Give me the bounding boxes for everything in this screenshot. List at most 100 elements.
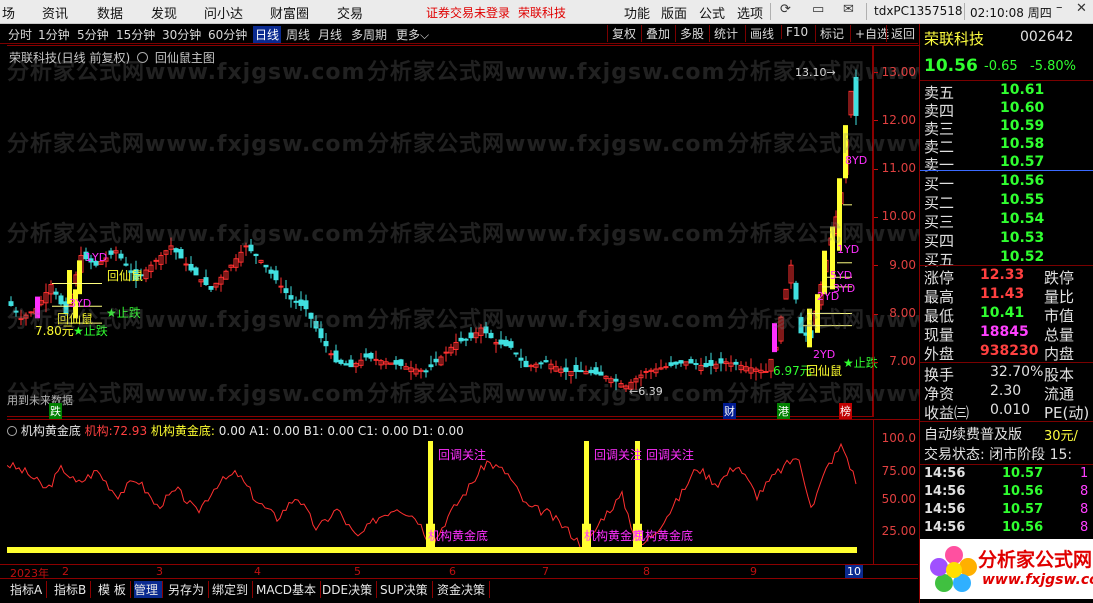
- adjust-button[interactable]: 复权: [607, 25, 636, 42]
- tab-macd[interactable]: MACD基本: [256, 581, 321, 598]
- tab-sup[interactable]: SUP决策: [380, 581, 433, 598]
- period-tab[interactable]: 多周期: [351, 26, 387, 43]
- candle-body: [463, 338, 469, 341]
- stats-button[interactable]: 统计: [709, 25, 738, 42]
- stop-fall-label: ★止跌: [106, 306, 141, 320]
- ask-price: 10.61: [1000, 82, 1045, 98]
- date-label: 7: [542, 565, 549, 578]
- candle-body: [108, 250, 114, 255]
- candle-body: [118, 253, 124, 259]
- tab-capital[interactable]: 资金决策: [437, 581, 491, 598]
- candle-body: [673, 361, 679, 365]
- menu-item-options[interactable]: 选项: [737, 3, 763, 22]
- add-watchlist-button[interactable]: +自选: [850, 25, 889, 42]
- period-tab[interactable]: 60分钟: [208, 26, 247, 43]
- settings-circle-icon[interactable]: [7, 426, 17, 436]
- minimize-icon[interactable]: –: [1056, 0, 1063, 15]
- ask-price: 10.59: [1000, 118, 1045, 134]
- stat-label: 最低: [924, 307, 955, 325]
- period-tab[interactable]: 1分钟: [38, 26, 70, 43]
- menu-item-field[interactable]: 场: [2, 3, 15, 22]
- candle-body: [678, 360, 684, 364]
- candle-body: [393, 360, 399, 365]
- indicator-chart[interactable]: 机构黄金底 机构:72.93 机构黄金底: 0.00 A1: 0.00 B1: …: [7, 419, 873, 564]
- indicator-title: 机构黄金底 机构:72.93 机构黄金底: 0.00 A1: 0.00 B1: …: [7, 422, 464, 439]
- date-label: 4: [254, 565, 261, 578]
- candle-body: [513, 352, 519, 355]
- event-badge-fall[interactable]: 跌: [49, 403, 62, 419]
- stat-value: 32.70%: [990, 364, 1044, 380]
- stat-label: 现量: [924, 326, 955, 344]
- close-icon[interactable]: ✕: [1076, 1, 1087, 16]
- f10-button[interactable]: F10: [781, 25, 808, 39]
- candle-body: [318, 328, 324, 339]
- menu-item-fortune[interactable]: 财富圈: [270, 3, 309, 22]
- message-icon[interactable]: ▭: [812, 2, 824, 17]
- overlay-button[interactable]: 叠加: [641, 25, 670, 42]
- settings-circle-icon[interactable]: [137, 52, 149, 63]
- chart-indicator-name[interactable]: 回仙鼠主图: [155, 51, 215, 65]
- menu-item-wenxiaoda[interactable]: 问小达: [204, 3, 243, 22]
- menu-item-discover[interactable]: 发现: [151, 3, 177, 22]
- tab-bind[interactable]: 绑定到: [212, 581, 254, 598]
- period-tab-active[interactable]: 日线: [253, 26, 282, 43]
- candle-body: [273, 270, 279, 281]
- event-badge-finance[interactable]: 财: [723, 403, 736, 419]
- stat-label: 股本: [1044, 366, 1075, 384]
- kline-chart[interactable]: 荣联科技(日线 前复权) 回仙鼠主图 13.10→ ←6.39 用到未来数据 回…: [7, 45, 1084, 419]
- menu-item-layout[interactable]: 版面: [661, 3, 687, 22]
- ask-row: 卖二 10.58: [920, 136, 1093, 156]
- tick-vol: 8: [1080, 520, 1089, 535]
- quote-stock-name: 荣联科技: [924, 30, 985, 48]
- candle-body: [703, 362, 709, 368]
- indicator-param-label: C1:: [357, 424, 378, 438]
- draw-line-button[interactable]: 画线: [745, 25, 774, 42]
- stat-value: 10.41: [980, 305, 1025, 321]
- quote-change: -0.65: [984, 59, 1018, 74]
- stat-label: 量比: [1044, 288, 1075, 306]
- more-periods-button[interactable]: 更多⌵: [396, 26, 429, 43]
- candle-body: [243, 245, 249, 248]
- tab-save-as[interactable]: 另存为: [168, 581, 210, 598]
- candle-body: [718, 358, 724, 364]
- period-tab[interactable]: 月线: [318, 26, 342, 43]
- tab-indicator-a[interactable]: 指标A: [10, 581, 48, 598]
- period-tab[interactable]: 周线: [286, 26, 310, 43]
- stat-value: 12.33: [980, 267, 1025, 283]
- back-button[interactable]: 返回: [886, 25, 915, 42]
- tab-indicator-b[interactable]: 指标B: [54, 581, 92, 598]
- price-tick-label: 9.00: [889, 258, 916, 272]
- signal-top-label: 回调关注: [594, 448, 643, 462]
- mark-button[interactable]: 标记: [815, 25, 844, 42]
- candle-body: [123, 263, 129, 266]
- tab-manage[interactable]: 管理: [134, 581, 164, 598]
- tick-row: 14:56 10.57 8: [920, 502, 1093, 521]
- menu-item-formula[interactable]: 公式: [699, 3, 725, 22]
- menu-item-function[interactable]: 功能: [624, 3, 650, 22]
- login-notice[interactable]: 证券交易未登录: [426, 4, 510, 21]
- stat-value: 18845: [980, 324, 1029, 340]
- refresh-icon[interactable]: ⟳: [780, 2, 791, 17]
- period-tab[interactable]: 30分钟: [162, 26, 201, 43]
- mail-icon[interactable]: ✉: [843, 2, 854, 17]
- stat-label: 最高: [924, 288, 955, 306]
- date-label-current: 10: [845, 565, 863, 578]
- menu-item-data[interactable]: 数据: [97, 3, 123, 22]
- multi-stock-button[interactable]: 多股: [675, 25, 704, 42]
- menu-item-trade[interactable]: 交易: [337, 3, 363, 22]
- period-tab[interactable]: 15分钟: [116, 26, 155, 43]
- date-label: 3: [156, 565, 163, 578]
- tick-price: 10.56: [1002, 520, 1044, 535]
- tab-template[interactable]: 模 板: [98, 581, 131, 598]
- period-tab[interactable]: 5分钟: [77, 26, 109, 43]
- ask-row: 卖三 10.59: [920, 118, 1093, 138]
- promo-row[interactable]: 自动续费普及版 30元/: [920, 424, 1093, 444]
- event-badge-hk[interactable]: 港: [777, 403, 790, 419]
- candle-body: [458, 337, 464, 342]
- tab-dde[interactable]: DDE决策: [322, 581, 378, 598]
- menu-item-news[interactable]: 资讯: [42, 3, 68, 22]
- indicator-name[interactable]: 机构黄金底: [21, 424, 81, 438]
- date-label: 5: [354, 565, 361, 578]
- period-tab[interactable]: 分时: [8, 26, 32, 43]
- event-badge-list[interactable]: 榜: [839, 403, 852, 419]
